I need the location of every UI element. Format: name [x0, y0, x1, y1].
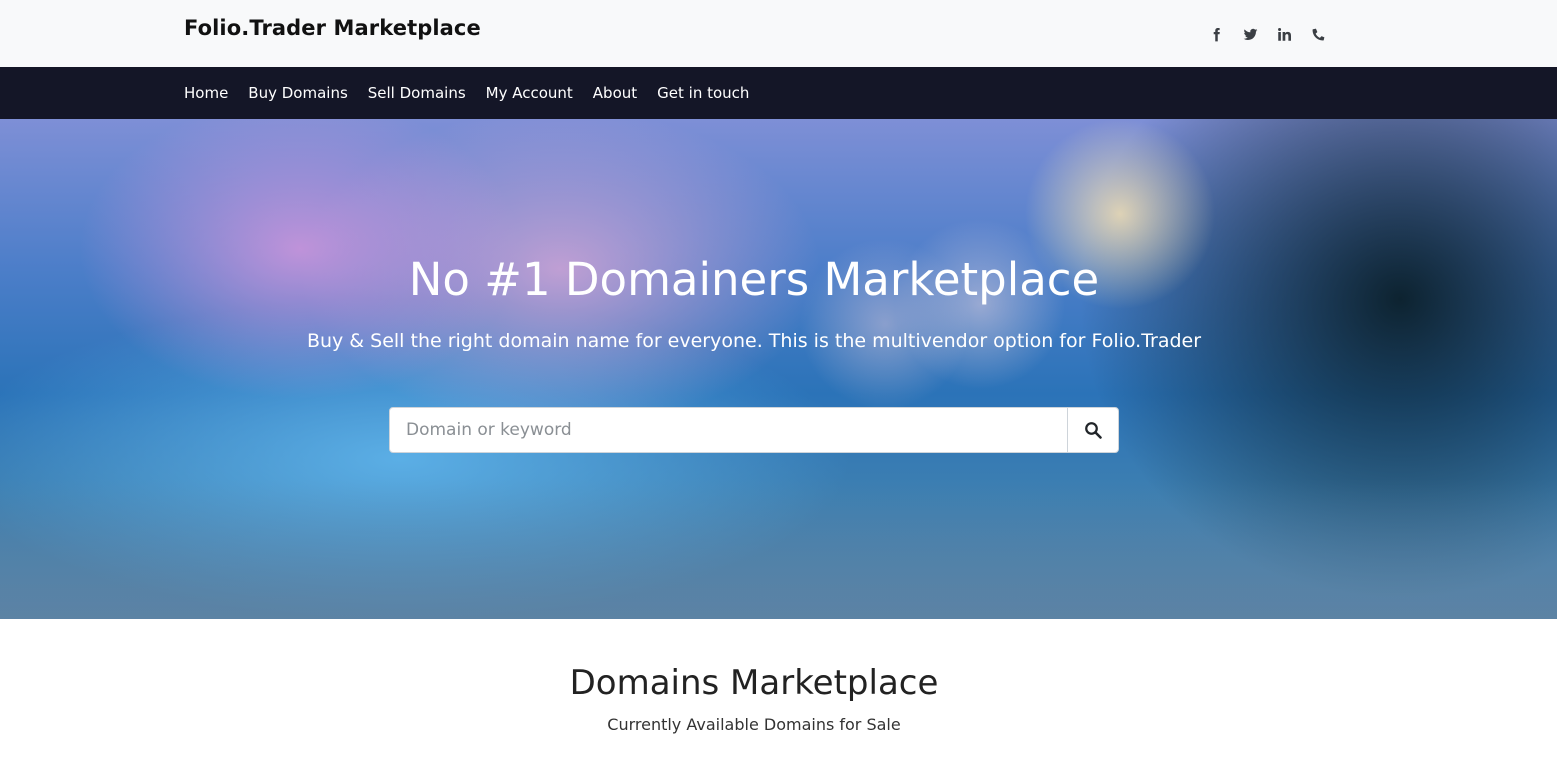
search-button[interactable] [1067, 408, 1118, 452]
phone-icon[interactable] [1308, 24, 1328, 44]
top-bar: Folio.Trader Marketplace [0, 0, 1557, 67]
section-subtitle: Currently Available Domains for Sale [607, 715, 901, 734]
nav-links: Home Buy Domains Sell Domains My Account… [184, 67, 749, 119]
twitter-icon[interactable] [1240, 24, 1260, 44]
social-links [1206, 24, 1328, 44]
marketplace-section: Domains Marketplace Currently Available … [0, 619, 1557, 781]
section-title: Domains Marketplace [569, 663, 939, 703]
nav-home[interactable]: Home [184, 84, 228, 102]
hero-banner: No #1 Domainers Marketplace Buy & Sell t… [0, 119, 1557, 619]
facebook-icon[interactable] [1206, 24, 1226, 44]
linkedin-icon[interactable] [1274, 24, 1294, 44]
brand-logo[interactable]: Folio.Trader Marketplace [184, 16, 481, 40]
nav-about[interactable]: About [593, 84, 637, 102]
hero-subtitle: Buy & Sell the right domain name for eve… [306, 330, 1202, 352]
nav-buy-domains[interactable]: Buy Domains [248, 84, 347, 102]
hero-title: No #1 Domainers Marketplace [408, 253, 1100, 306]
main-navbar: Home Buy Domains Sell Domains My Account… [0, 67, 1557, 119]
nav-sell-domains[interactable]: Sell Domains [368, 84, 466, 102]
search-input[interactable] [390, 408, 1067, 452]
search-icon [1085, 422, 1102, 439]
domain-search [389, 407, 1119, 453]
nav-my-account[interactable]: My Account [486, 84, 573, 102]
nav-get-in-touch[interactable]: Get in touch [657, 84, 749, 102]
